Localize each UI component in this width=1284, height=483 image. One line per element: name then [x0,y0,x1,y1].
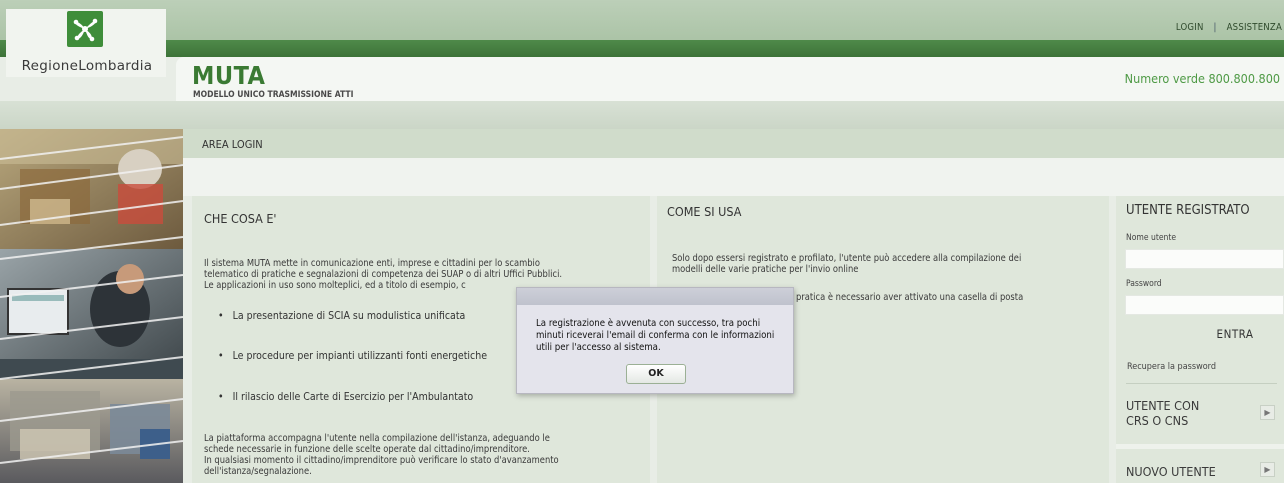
app-subtitle: MODELLO UNICO TRASMISSIONE ATTI [193,90,354,100]
che-cosa-intro: Il sistema MUTA mette in comunicazione e… [204,258,562,291]
top-links-separator: | [1213,22,1217,33]
come-si-usa-line: Solo dopo essersi registrato e profilato… [672,253,1022,264]
top-links: LOGIN | ASSISTENZA [1176,22,1282,33]
bullet-item: • Le procedure per impianti utilizzanti … [218,350,488,362]
crs-label-line2: CRS O CNS [1126,413,1189,428]
bullet-text: Il rilascio delle Carte di Esercizio per… [232,391,474,403]
username-label: Nome utente [1126,233,1177,243]
bullet-item: • La presentazione di SCIA su modulistic… [218,310,466,322]
page: LOGIN | ASSISTENZA RegioneLombardia MUTA M… [0,0,1284,483]
che-cosa-outro-line: La piattaforma accompagna l'utente nella… [204,433,550,444]
section-title-band [176,129,1284,158]
password-label: Password [1126,279,1162,289]
password-input[interactable] [1125,295,1284,315]
confirmation-dialog: La registrazione è avvenuta con successo… [516,287,794,394]
che-cosa-intro-line: Le applicazioni in uso sono molteplici, … [204,280,466,291]
username-input[interactable] [1125,249,1284,269]
che-cosa-outro-line: In qualsiasi momento il cittadino/impren… [204,455,559,466]
che-cosa-intro-line: telematico di pratiche e segnalazioni di… [204,269,563,280]
dialog-message: La registrazione è avvenuta con successo… [536,318,775,353]
lombardy-rose-icon [67,11,103,47]
bullet-item: • Il rilascio delle Carte di Esercizio p… [218,391,474,403]
ok-button[interactable]: OK [626,364,686,384]
come-si-usa-partial: pratica è necessario aver attivato una c… [796,292,1024,303]
new-user-label: NUOVO UTENTE [1126,464,1216,479]
che-cosa-title: CHE COSA E' [204,211,277,226]
login-title: UTENTE REGISTRATO [1126,203,1250,218]
login-link[interactable]: LOGIN [1176,22,1204,33]
new-user-button[interactable]: NUOVO UTENTE ▶ [1120,458,1282,480]
che-cosa-intro-line: Il sistema MUTA mette in comunicazione e… [204,258,540,269]
crs-label-line1: UTENTE CON [1126,398,1200,413]
che-cosa-outro: La piattaforma accompagna l'utente nella… [204,433,559,477]
spacer-band [176,158,1284,196]
che-cosa-outro-line: dell'istanza/segnalazione. [204,466,312,477]
section-title: AREA LOGIN [202,138,263,151]
dialog-title-bar[interactable] [517,288,793,305]
come-si-usa-line: modelli delle varie pratiche per l'invio… [672,264,859,275]
numero-verde: Numero verde 800.800.800 [1124,71,1280,86]
decorative-photo [0,129,183,483]
come-si-usa-text: Solo dopo essersi registrato e profilato… [672,253,1021,275]
assistenza-link[interactable]: ASSISTENZA [1227,22,1282,33]
bullet-text: Le procedure per impianti utilizzanti fo… [232,350,488,362]
come-si-usa-title: COME SI USA [667,204,742,219]
play-arrow-icon: ▶ [1260,462,1275,477]
logo-text: RegioneLombardia [21,58,153,74]
divider [1126,383,1277,384]
app-title: MUTA [192,61,266,90]
play-arrow-icon: ▶ [1260,405,1275,420]
crs-login-button[interactable]: UTENTE CON CRS O CNS ▶ [1120,396,1282,438]
divider-band [0,101,1284,129]
che-cosa-outro-line: schede necessarie in funzione delle scel… [204,444,530,455]
entra-button[interactable]: ENTRA [1190,324,1280,344]
recover-password-link[interactable]: Recupera la password [1127,362,1216,372]
bullet-text: La presentazione di SCIA su modulistica … [232,310,466,322]
divider [1116,444,1284,449]
top-bar-stripe [0,40,1284,57]
